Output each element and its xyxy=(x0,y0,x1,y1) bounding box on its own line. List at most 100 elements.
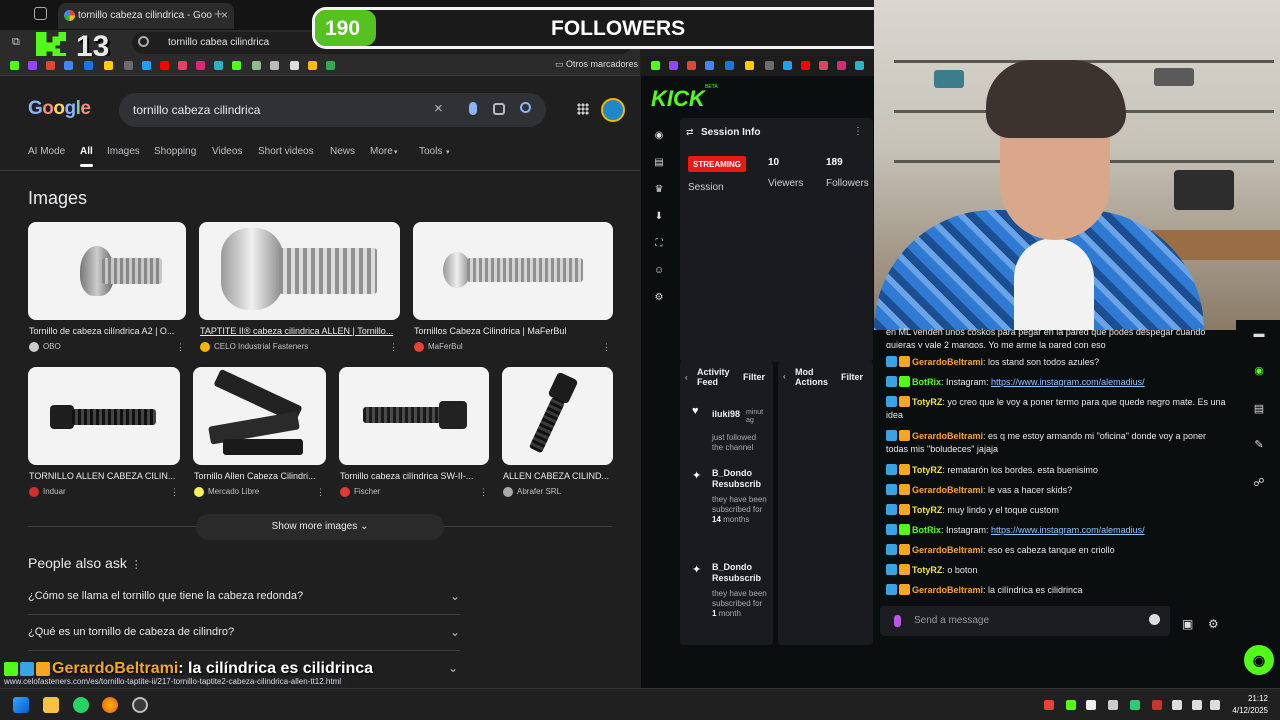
chat-username[interactable]: GerardoBeltrami xyxy=(912,485,983,495)
image-title[interactable]: TORNILLO ALLEN CABEZA CILIN... xyxy=(29,471,177,481)
trophy-icon[interactable]: ♛ xyxy=(654,185,664,195)
tray-icon[interactable] xyxy=(1044,700,1054,710)
users-icon[interactable]: ☺ xyxy=(654,266,664,276)
result-image[interactable] xyxy=(413,222,613,320)
paa-question[interactable]: ¿Cómo se llama el tornillo que tiene la … xyxy=(28,589,460,603)
bookmark-icon[interactable] xyxy=(669,61,678,70)
stream-control-button[interactable]: ◉ xyxy=(1244,645,1274,675)
share-icon[interactable]: ☍ xyxy=(1252,476,1266,489)
bookmark-icon[interactable] xyxy=(745,61,754,70)
bookmark-globe-icon[interactable] xyxy=(214,61,223,70)
scan-icon[interactable]: ⛶ xyxy=(654,239,664,249)
tray-icon[interactable] xyxy=(1152,700,1162,710)
tab-short-videos[interactable]: Short videos xyxy=(258,146,314,157)
download-icon[interactable]: ⬇ xyxy=(654,212,664,222)
image-title[interactable]: Tornillos Cabeza Cilindrica | MaFerBul xyxy=(414,326,611,336)
collapse-icon[interactable]: ‹ xyxy=(783,372,786,381)
other-bookmarks-folder[interactable]: Otros marcadores xyxy=(555,59,638,70)
more-options-icon[interactable]: ⋮ xyxy=(602,342,611,353)
chat-username[interactable]: GerardoBeltrami xyxy=(912,357,983,367)
site-info-icon[interactable] xyxy=(138,36,149,47)
image-title[interactable]: TAPTITE II® cabeza cilindrica ALLEN | To… xyxy=(200,326,398,336)
chat-username[interactable]: GerardoBeltrami xyxy=(912,585,983,595)
bookmark-bank-icon[interactable] xyxy=(124,61,133,70)
tab-search-icon[interactable] xyxy=(34,7,47,20)
gear-icon[interactable]: ⚙ xyxy=(654,293,664,303)
bookmark-drive-icon[interactable] xyxy=(64,61,73,70)
obs-icon[interactable] xyxy=(132,697,148,713)
window-icon[interactable]: ⧉ xyxy=(12,36,20,49)
more-options-icon[interactable]: ⋮ xyxy=(389,342,398,353)
bookmark-icon[interactable] xyxy=(819,61,828,70)
bookmark-icon[interactable] xyxy=(651,61,660,70)
clock[interactable]: 21:12 4/12/2025 xyxy=(1228,693,1268,717)
bookmark-icon[interactable] xyxy=(855,61,864,70)
lens-search-icon[interactable] xyxy=(493,103,505,115)
emoji-icon[interactable] xyxy=(1149,614,1160,625)
more-options-icon[interactable]: ⋮ xyxy=(131,559,142,571)
bookmark-tool-icon[interactable] xyxy=(252,61,261,70)
bookmark-sheets-icon[interactable] xyxy=(326,61,335,70)
volume-icon[interactable] xyxy=(1210,700,1220,710)
chat-username[interactable]: TotyRZ xyxy=(912,505,942,515)
bookmark-doc-icon[interactable] xyxy=(270,61,279,70)
wifi-icon[interactable] xyxy=(1192,700,1202,710)
browser-tab[interactable]: tornillo cabeza cilindrica - Goo × xyxy=(58,3,234,29)
bookmark-web-icon[interactable] xyxy=(142,61,151,70)
feed-user[interactable]: B_Dondo Resubscrib xyxy=(712,562,768,584)
image-result[interactable]: Tornillos Cabeza Cilindrica | MaFerBul M… xyxy=(413,222,613,356)
chat-username[interactable]: BotRix xyxy=(912,377,941,387)
result-image[interactable] xyxy=(28,222,186,320)
bookmark-kick2-icon[interactable] xyxy=(232,61,241,70)
feed-user[interactable]: B_Dondo Resubscrib xyxy=(712,468,768,490)
bookmark-bp-icon[interactable] xyxy=(84,61,93,70)
tray-icon[interactable] xyxy=(1066,700,1076,710)
tray-icon[interactable] xyxy=(1108,700,1118,710)
result-image[interactable] xyxy=(339,367,489,465)
chat-link[interactable]: https://www.instagram.com/alemadius/ xyxy=(991,377,1145,387)
chat-username[interactable]: TotyRZ xyxy=(912,465,942,475)
more-options-icon[interactable]: ⋮ xyxy=(479,487,488,498)
image-title[interactable]: Tornillo de cabeza cilíndrica A2 | O... xyxy=(29,326,184,336)
chat-username[interactable]: TotyRZ xyxy=(912,565,942,575)
bookmark-app-icon[interactable] xyxy=(196,61,205,70)
activity-filter-button[interactable]: Filter xyxy=(743,372,765,382)
result-image[interactable] xyxy=(28,367,180,465)
bookmark-keep-icon[interactable] xyxy=(308,61,317,70)
image-result[interactable]: Tornillo Allen Cabeza Cilindri... Mercad… xyxy=(193,367,326,501)
layout-icon[interactable]: ▤ xyxy=(1252,402,1266,415)
mic-tray-icon[interactable] xyxy=(1172,700,1182,710)
file-explorer-icon[interactable] xyxy=(43,697,59,713)
tray-icon[interactable] xyxy=(1130,700,1140,710)
bookmark-twitch-icon[interactable] xyxy=(28,61,37,70)
tab-videos[interactable]: Videos xyxy=(212,146,242,157)
bookmark-icon[interactable] xyxy=(687,61,696,70)
more-options-icon[interactable]: ⋮ xyxy=(853,126,863,137)
windows-start-icon[interactable] xyxy=(13,697,29,713)
tab-more[interactable]: More xyxy=(370,146,393,157)
more-options-icon[interactable]: ⋮ xyxy=(176,342,185,353)
bookmark-icon[interactable] xyxy=(705,61,714,70)
collapse-icon[interactable]: ‹ xyxy=(685,373,688,382)
chevron-down-icon[interactable]: ⌄ xyxy=(448,661,458,675)
result-image[interactable] xyxy=(199,222,400,320)
tray-icon[interactable] xyxy=(1086,700,1096,710)
image-title[interactable]: Tornillo Allen Cabeza Cilindri... xyxy=(194,471,322,481)
broadcast-icon[interactable]: ◉ xyxy=(654,131,664,141)
image-result[interactable]: Tornillo cabeza cilíndrica SW-II-... Fis… xyxy=(339,367,489,501)
chat-icon[interactable]: ▬ xyxy=(1252,328,1266,340)
bookmark-icon[interactable] xyxy=(801,61,810,70)
mod-filter-button[interactable]: Filter xyxy=(841,372,863,382)
bookmark-icon[interactable] xyxy=(765,61,774,70)
dashboard-icon[interactable]: ▤ xyxy=(654,158,664,168)
tab-tools[interactable]: Tools xyxy=(419,146,442,157)
chat-username[interactable]: GerardoBeltrami xyxy=(912,545,983,555)
clear-search-icon[interactable]: × xyxy=(434,100,443,117)
more-options-icon[interactable]: ⋮ xyxy=(316,487,325,498)
chat-username[interactable]: TotyRZ xyxy=(912,397,942,407)
firefox-icon[interactable] xyxy=(102,697,118,713)
google-logo[interactable]: Google xyxy=(28,98,91,120)
paa-question[interactable]: ¿Qué es un tornillo de cabeza de cilindr… xyxy=(28,625,460,639)
more-options-icon[interactable]: ⋮ xyxy=(170,487,179,498)
mic-icon[interactable] xyxy=(894,615,901,627)
